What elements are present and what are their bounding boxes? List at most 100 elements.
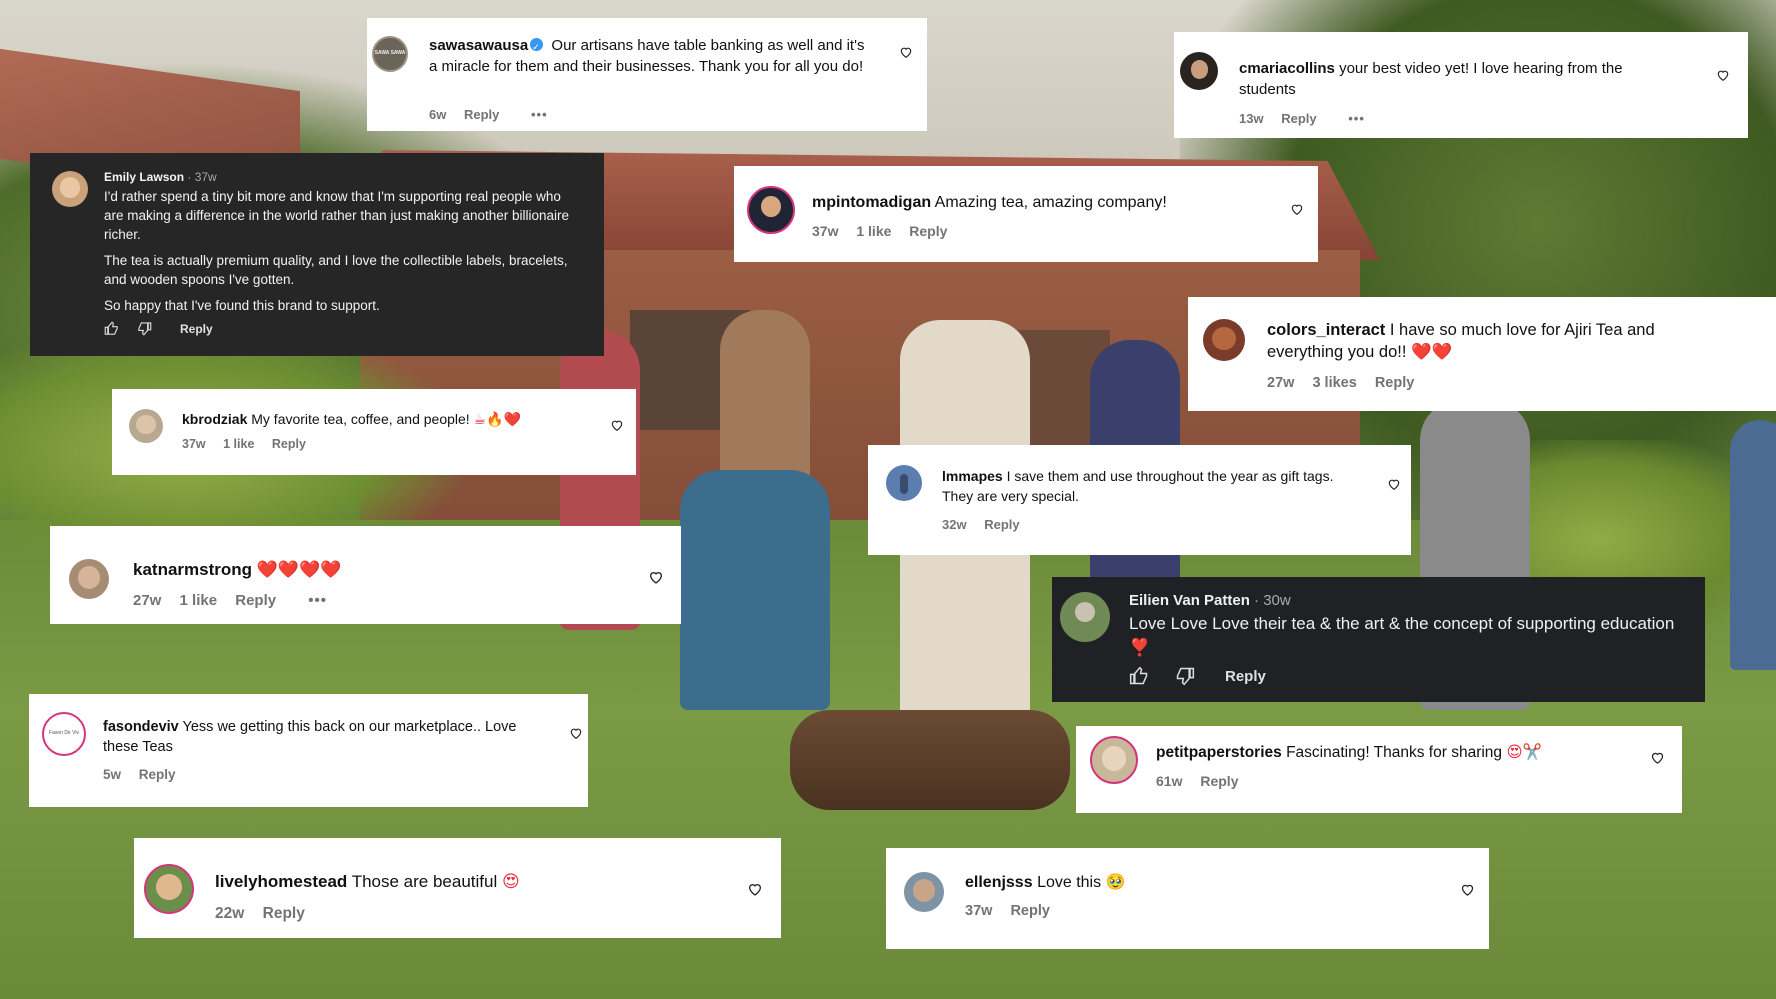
comment-emily-lawson: Emily Lawson · 37w I'd rather spend a ti… — [30, 153, 604, 356]
verified-icon — [530, 37, 544, 58]
thumbs-up-icon[interactable] — [1129, 666, 1149, 686]
comment-age: 37w — [182, 437, 206, 451]
comment-age: 27w — [133, 592, 162, 609]
thumbs-down-icon[interactable] — [137, 321, 152, 336]
avatar[interactable] — [904, 872, 944, 912]
reply-button[interactable]: Reply — [464, 107, 499, 122]
heart-icon[interactable] — [648, 569, 664, 585]
avatar[interactable] — [1203, 319, 1245, 361]
heart-icon[interactable] — [1460, 882, 1475, 897]
username[interactable]: cmariacollins — [1239, 60, 1335, 77]
comment-age: 27w — [1267, 375, 1295, 391]
reply-button[interactable]: Reply — [1281, 111, 1316, 126]
avatar[interactable] — [144, 864, 194, 914]
reply-button[interactable]: Reply — [1375, 375, 1415, 391]
avatar-logo-text: Fason De Viv — [49, 730, 79, 736]
comment-fasondeviv: Fason De Viv fasondeviv Yess we getting … — [29, 694, 588, 807]
heart-icon[interactable] — [1716, 68, 1730, 82]
comment-mpintomadigan: mpintomadigan Amazing tea, amazing compa… — [734, 166, 1318, 262]
comment-age: 61w — [1156, 773, 1183, 789]
like-count[interactable]: 3 likes — [1312, 375, 1356, 391]
avatar[interactable]: Fason De Viv — [42, 712, 86, 756]
heart-icon[interactable] — [1290, 202, 1304, 216]
reply-button[interactable]: Reply — [263, 905, 305, 922]
thumbs-down-icon[interactable] — [1175, 666, 1195, 686]
comment-age: 37w — [812, 223, 839, 239]
comment-age: 5w — [103, 767, 122, 782]
comment-petitpaperstories: petitpaperstories Fascinating! Thanks fo… — [1076, 726, 1682, 813]
comment-eilien-van-patten: Eilien Van Patten · 30w Love Love Love t… — [1052, 577, 1705, 702]
emoji: ❤️❤️❤️❤️ — [256, 560, 342, 580]
comment-ellenjsss: ellenjsss Love this 🥹 37w Reply — [886, 848, 1489, 949]
comment-age: 22w — [215, 905, 245, 922]
reply-button[interactable]: Reply — [235, 592, 276, 609]
thumbs-up-icon[interactable] — [104, 321, 119, 336]
comment-age: 37w — [965, 903, 993, 919]
comment-text: My favorite tea, coffee, and people! — [251, 411, 470, 427]
comment-age: · 30w — [1254, 592, 1291, 609]
avatar[interactable] — [1090, 736, 1138, 784]
avatar[interactable] — [747, 186, 795, 234]
username[interactable]: livelyhomestead — [215, 872, 347, 891]
comment-cmariacollins: cmariacollins your best video yet! I lov… — [1174, 32, 1748, 138]
username[interactable]: petitpaperstories — [1156, 744, 1282, 761]
avatar[interactable] — [886, 465, 922, 501]
emoji: 🥹 — [1105, 872, 1126, 891]
more-icon[interactable]: ••• — [1348, 111, 1365, 126]
comment-age: 6w — [429, 107, 447, 122]
username[interactable]: mpintomadigan — [812, 194, 931, 211]
reply-button[interactable]: Reply — [1010, 903, 1050, 919]
username[interactable]: lmmapes — [942, 468, 1003, 484]
avatar[interactable] — [1060, 592, 1110, 642]
username[interactable]: kbrodziak — [182, 411, 247, 427]
comment-colors-interact: colors_interact I have so much love for … — [1188, 297, 1776, 411]
reply-button[interactable]: Reply — [139, 767, 176, 782]
emoji: ❤️❤️ — [1411, 342, 1453, 361]
comment-age: · 37w — [187, 170, 217, 184]
like-count[interactable]: 1 like — [223, 437, 254, 451]
person — [680, 470, 830, 710]
reply-button[interactable]: Reply — [1200, 773, 1238, 789]
comment-kbrodziak: kbrodziak My favorite tea, coffee, and p… — [112, 389, 636, 475]
username[interactable]: ellenjsss — [965, 874, 1033, 891]
avatar-logo-text: SAWA SAWA — [374, 50, 406, 56]
avatar[interactable] — [1180, 52, 1218, 90]
comment-paragraph: I'd rather spend a tiny bit more and kno… — [104, 189, 570, 242]
username[interactable]: colors_interact — [1267, 321, 1385, 339]
username[interactable]: sawasawausa — [429, 37, 528, 54]
heart-icon[interactable] — [747, 881, 763, 897]
heart-icon[interactable] — [899, 45, 913, 59]
avatar[interactable] — [69, 559, 109, 599]
reply-button[interactable]: Reply — [180, 322, 213, 336]
comment-sawasawausa: SAWA SAWA sawasawausa Our artisans have … — [367, 18, 927, 131]
reply-button[interactable]: Reply — [984, 517, 1019, 532]
more-icon[interactable]: ••• — [531, 107, 548, 122]
comment-text: Amazing tea, amazing company! — [934, 194, 1167, 211]
more-icon[interactable]: ••• — [308, 592, 327, 609]
comment-lmmapes: lmmapes I save them and use throughout t… — [868, 445, 1411, 555]
heart-icon[interactable] — [610, 418, 624, 432]
log — [790, 710, 1070, 810]
reply-button[interactable]: Reply — [909, 223, 947, 239]
avatar[interactable] — [52, 171, 88, 207]
like-count[interactable]: 1 like — [180, 592, 218, 609]
like-count[interactable]: 1 like — [856, 223, 891, 239]
comment-age: 32w — [942, 517, 967, 532]
person — [1730, 420, 1776, 670]
reply-button[interactable]: Reply — [1225, 668, 1266, 685]
heart-icon[interactable] — [1387, 477, 1401, 491]
reply-button[interactable]: Reply — [272, 437, 306, 451]
username[interactable]: fasondeviv — [103, 719, 179, 735]
author-name[interactable]: Eilien Van Patten — [1129, 592, 1250, 609]
username[interactable]: katnarmstrong — [133, 560, 252, 579]
heart-icon[interactable] — [1650, 750, 1665, 765]
emoji: 😍✂️ — [1506, 743, 1542, 761]
comment-text: Those are beautiful — [351, 872, 498, 891]
heart-icon[interactable] — [569, 726, 583, 740]
comment-age: 13w — [1239, 111, 1264, 126]
emoji: 😍 — [501, 872, 520, 892]
avatar[interactable] — [129, 409, 163, 443]
comment-text: Love this — [1037, 874, 1102, 891]
avatar[interactable]: SAWA SAWA — [372, 36, 408, 72]
author-name[interactable]: Emily Lawson — [104, 170, 184, 184]
